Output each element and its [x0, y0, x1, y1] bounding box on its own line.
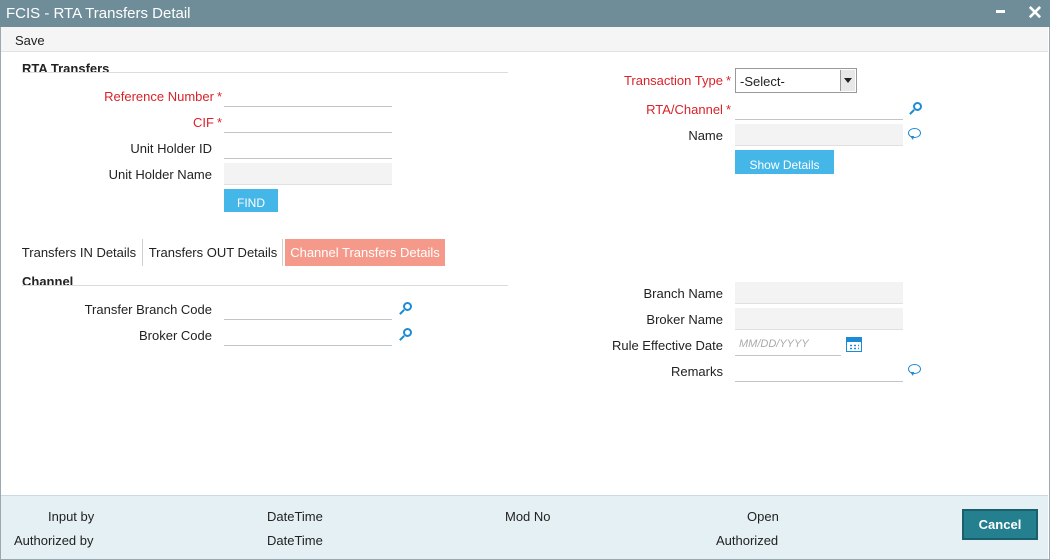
- rule-effective-date-placeholder: MM/DD/YYYY: [739, 338, 809, 350]
- remarks-label: Remarks: [670, 364, 723, 379]
- reference-number-input[interactable]: [224, 85, 392, 107]
- title-bar: FCIS - RTA Transfers Detail ✕: [0, 0, 1050, 27]
- unit-holder-id-label: Unit Holder ID: [130, 141, 212, 156]
- transaction-type-select[interactable]: -Select-: [735, 68, 857, 93]
- transfer-branch-code-input[interactable]: [224, 298, 392, 320]
- broker-code-label: Broker Code: [139, 328, 212, 343]
- cif-label: CIF *: [192, 115, 222, 130]
- channel-section-title: Channel: [22, 274, 74, 289]
- name-comment-icon[interactable]: [908, 128, 922, 141]
- cancel-button[interactable]: Cancel: [962, 509, 1038, 540]
- tab-channel-transfers-details[interactable]: Channel Transfers Details: [285, 239, 445, 266]
- open-status-label: Open: [747, 509, 779, 524]
- unit-holder-name-field: [224, 163, 392, 185]
- broker-name-label: Broker Name: [646, 312, 723, 327]
- find-button[interactable]: FIND: [224, 189, 278, 212]
- remarks-comment-icon[interactable]: [908, 364, 922, 377]
- rta-channel-label: RTA/Channel *: [646, 102, 731, 117]
- show-details-button[interactable]: Show Details: [735, 150, 834, 174]
- broker-code-input[interactable]: [224, 324, 392, 346]
- reference-number-label: Reference Number *: [104, 89, 222, 104]
- authorized-by-label: Authorized by: [14, 533, 94, 548]
- rta-channel-search-icon[interactable]: [908, 102, 922, 116]
- tab-transfers-out-details[interactable]: Transfers OUT Details: [144, 239, 283, 266]
- minimize-icon[interactable]: [996, 10, 1005, 13]
- transaction-type-label: Transaction Type *: [623, 73, 731, 88]
- transaction-type-value: -Select-: [740, 74, 785, 89]
- close-icon[interactable]: ✕: [1027, 2, 1043, 25]
- branch-name-field: [735, 282, 903, 304]
- remarks-input[interactable]: [735, 360, 903, 382]
- mod-no-label: Mod No: [505, 509, 551, 524]
- transfer-branch-code-search-icon[interactable]: [398, 302, 412, 316]
- channel-section-divider: [22, 285, 508, 286]
- input-by-label: Input by: [48, 509, 95, 524]
- rule-effective-date-input[interactable]: MM/DD/YYYY: [735, 334, 841, 356]
- calendar-icon[interactable]: [846, 337, 862, 352]
- window-title: FCIS - RTA Transfers Detail: [6, 5, 191, 22]
- menu-bar: Save: [1, 27, 1048, 52]
- name-label: Name: [688, 128, 723, 143]
- name-field: [735, 124, 903, 146]
- cif-input[interactable]: [224, 111, 392, 133]
- rta-section-divider: [22, 72, 508, 73]
- unit-holder-name-label: Unit Holder Name: [108, 167, 212, 182]
- rule-effective-date-label: Rule Effective Date: [611, 338, 723, 353]
- rta-channel-input[interactable]: [735, 98, 903, 120]
- save-menu-item[interactable]: Save: [15, 33, 45, 48]
- transfer-branch-code-label: Transfer Branch Code: [84, 302, 212, 317]
- tab-transfers-in-details[interactable]: Transfers IN Details: [16, 239, 143, 266]
- broker-code-search-icon[interactable]: [398, 328, 412, 342]
- authorized-status-label: Authorized: [716, 533, 779, 548]
- rta-transfers-title: RTA Transfers: [22, 61, 110, 76]
- chevron-down-icon[interactable]: [840, 70, 855, 91]
- branch-name-label: Branch Name: [643, 286, 723, 301]
- broker-name-field: [735, 308, 903, 330]
- unit-holder-id-input[interactable]: [224, 137, 392, 159]
- authorized-datetime-label: DateTime: [267, 533, 323, 548]
- audit-footer: [1, 495, 1048, 559]
- input-datetime-label: DateTime: [267, 509, 323, 524]
